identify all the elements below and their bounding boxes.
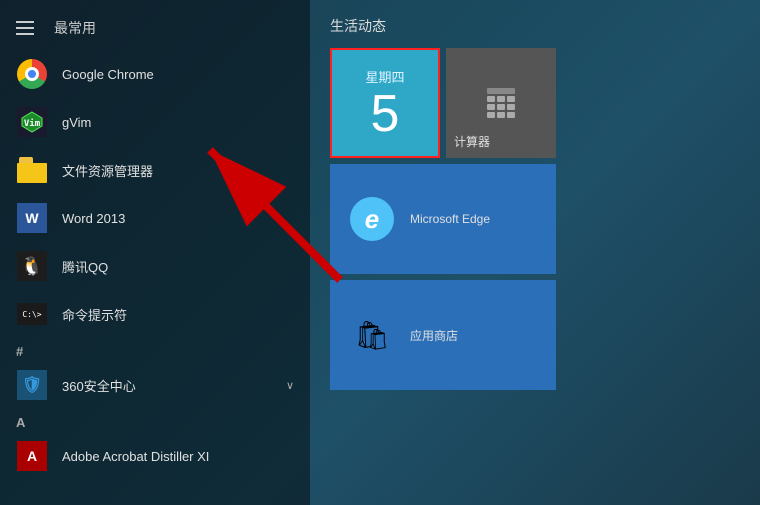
- chrome-label: Google Chrome: [62, 67, 154, 82]
- hamburger-menu-icon[interactable]: [16, 21, 34, 35]
- calendar-day-number: 5: [371, 88, 400, 140]
- cmd-icon: C:\>: [16, 298, 48, 330]
- 360-icon: 🛡: [16, 369, 48, 401]
- live-tiles-title: 生活动态: [330, 16, 740, 36]
- store-label: 应用商店: [410, 327, 458, 344]
- folder-icon: [16, 154, 48, 186]
- app-item-360[interactable]: 🛡 360安全中心 ∨: [0, 361, 310, 409]
- app-item-acrobat[interactable]: A Adobe Acrobat Distiller XI: [0, 432, 310, 480]
- qq-icon: 🐧: [16, 250, 48, 282]
- left-panel: 最常用 Google Chrome Vim: [0, 0, 310, 505]
- edge-icon: e: [350, 197, 394, 241]
- word-label: Word 2013: [62, 211, 125, 226]
- app-item-cmd[interactable]: C:\> 命令提示符: [0, 290, 310, 338]
- edge-label: Microsoft Edge: [410, 212, 490, 226]
- app-item-gvim[interactable]: Vim gVim: [0, 98, 310, 146]
- word-icon: W: [16, 202, 48, 234]
- gvim-icon: Vim: [16, 106, 48, 138]
- acrobat-icon: A: [16, 440, 48, 472]
- cmd-label: 命令提示符: [62, 305, 127, 324]
- calendar-day-name: 星期四: [365, 67, 404, 86]
- calc-icon: [487, 88, 515, 118]
- most-used-title: 最常用: [54, 18, 96, 38]
- qq-label: 腾讯QQ: [62, 257, 108, 276]
- tile-edge[interactable]: e Microsoft Edge: [330, 164, 556, 274]
- right-panel: 生活动态 星期四 5: [310, 0, 760, 505]
- tile-store[interactable]: 🛍 应用商店: [330, 280, 556, 390]
- chrome-icon: [16, 58, 48, 90]
- app-list: Google Chrome Vim gVim: [0, 50, 310, 505]
- file-explorer-label: 文件资源管理器: [62, 161, 153, 180]
- section-a: A: [0, 409, 310, 432]
- tile-calendar[interactable]: 星期四 5: [330, 48, 440, 158]
- app-item-file-explorer[interactable]: 文件资源管理器: [0, 146, 310, 194]
- section-hash: #: [0, 338, 310, 361]
- 360-label: 360安全中心: [62, 376, 136, 395]
- header-row: 最常用: [0, 10, 310, 50]
- calc-label: 计算器: [454, 133, 490, 150]
- gvim-label: gVim: [62, 115, 91, 130]
- acrobat-label: Adobe Acrobat Distiller XI: [62, 449, 209, 464]
- tiles-grid: 星期四 5 计算器: [330, 48, 740, 390]
- store-icon: 🛍: [350, 313, 394, 357]
- expand-icon: ∨: [286, 379, 294, 392]
- app-item-qq[interactable]: 🐧 腾讯QQ: [0, 242, 310, 290]
- start-menu: 最常用 Google Chrome Vim: [0, 0, 760, 505]
- app-item-word[interactable]: W Word 2013: [0, 194, 310, 242]
- tile-calc[interactable]: 计算器: [446, 48, 556, 158]
- app-item-chrome[interactable]: Google Chrome: [0, 50, 310, 98]
- svg-text:Vim: Vim: [24, 118, 41, 129]
